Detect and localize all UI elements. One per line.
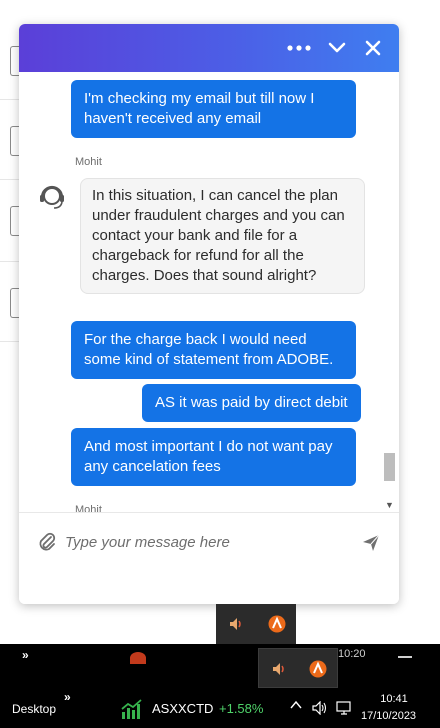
taskbar-upper: » 10:20 — [0, 644, 440, 688]
speaker-icon[interactable] — [271, 661, 287, 677]
show-desktop-icon[interactable] — [398, 656, 412, 658]
app-logo-icon[interactable] — [309, 660, 327, 678]
message-list[interactable]: I'm checking my email but till now I hav… — [19, 72, 399, 512]
minimize-button[interactable] — [323, 34, 351, 62]
user-message: For the charge back I would need some ki… — [71, 321, 356, 379]
agent-avatar-icon — [40, 185, 64, 209]
more-dots-icon — [287, 45, 311, 51]
taskbar: Desktop » ASXXCTD +1.58% 10:41 17/10/202… — [0, 688, 440, 728]
chevron-up-icon — [290, 700, 302, 709]
ticker-change: +1.58% — [219, 701, 264, 716]
volume-icon[interactable] — [312, 701, 328, 715]
scrollbar-thumb[interactable] — [384, 453, 395, 481]
ticker-symbol: ASXXCTD — [152, 701, 214, 716]
tray-overflow-popup — [216, 604, 296, 644]
expand-chevron-icon[interactable]: » — [22, 648, 29, 662]
user-message: And most important I do not want pay any… — [71, 428, 356, 486]
chevron-down-icon — [328, 42, 346, 53]
ghost-clock: 10:20 — [338, 648, 366, 660]
clock-date[interactable]: 17/10/2023 — [361, 710, 416, 722]
message-input[interactable] — [65, 527, 345, 557]
show-hidden-icons-button[interactable] — [289, 698, 303, 717]
agent-message: In this situation, I can cancel the plan… — [80, 178, 365, 294]
app-badge-icon[interactable] — [130, 652, 146, 664]
tray-overflow-popup — [258, 648, 338, 688]
close-icon — [365, 40, 381, 56]
agent-name: Mohit — [75, 156, 102, 168]
send-icon[interactable] — [361, 533, 381, 553]
expand-chevron-icon[interactable]: » — [64, 690, 71, 704]
network-icon[interactable] — [336, 700, 354, 716]
speaker-icon[interactable] — [228, 616, 244, 632]
message-scrollbar[interactable]: ▼ — [382, 72, 397, 512]
message-composer — [19, 512, 399, 604]
stock-chart-icon[interactable] — [120, 698, 144, 720]
scroll-down-arrow-icon[interactable]: ▼ — [385, 500, 394, 510]
chat-header — [19, 24, 399, 72]
paperclip-icon[interactable] — [37, 531, 57, 553]
chat-window: I'm checking my email but till now I hav… — [19, 24, 399, 604]
more-options-button[interactable] — [285, 34, 313, 62]
app-logo-icon[interactable] — [268, 615, 286, 633]
user-message: I'm checking my email but till now I hav… — [71, 80, 356, 138]
user-message: AS it was paid by direct debit — [142, 384, 361, 422]
desktop-toolbar-label[interactable]: Desktop — [12, 702, 56, 716]
agent-name: Mohit — [75, 504, 102, 512]
close-button[interactable] — [359, 34, 387, 62]
clock-time[interactable]: 10:41 — [376, 693, 412, 705]
